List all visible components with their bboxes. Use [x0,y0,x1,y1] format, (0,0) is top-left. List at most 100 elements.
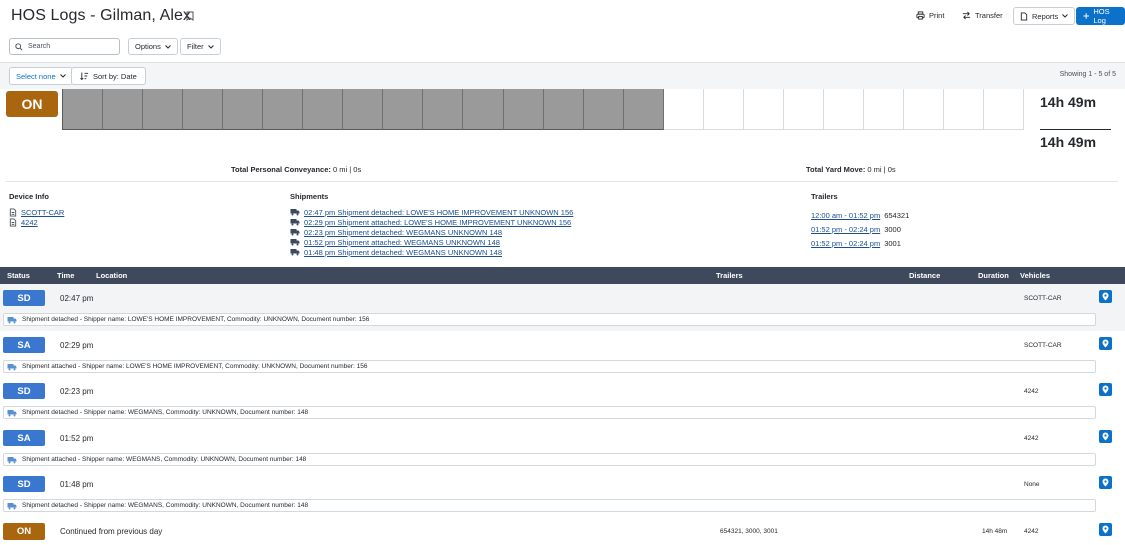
truck-icon [7,456,17,463]
shipment-link[interactable]: 01:52 pm Shipment attached: WEGMANS UNKN… [304,238,500,247]
trailer-item: 01:52 pm - 02:24 pm 3001 [811,236,909,250]
status-badge: SA [3,430,45,446]
yard-move-summary: Total Yard Move: 0 mi | 0s [806,165,896,174]
truck-icon [7,363,17,370]
truck-icon [290,229,300,236]
row-note: Shipment detached - Shipper name: WEGMAN… [3,499,1096,512]
sort-button[interactable]: Sort by: Date [71,67,146,85]
truck-icon [290,219,300,226]
shipment-link[interactable]: 02:47 pm Shipment detached: LOWE'S HOME … [304,208,573,217]
sort-label: Sort by: Date [93,71,137,81]
truck-icon [7,502,17,509]
device-link[interactable]: 4242 [21,218,38,227]
print-button[interactable]: Print [916,11,944,20]
map-pin-button[interactable] [1099,430,1112,443]
map-pin-button[interactable] [1099,523,1112,536]
shipment-link[interactable]: 02:29 pm Shipment attached: LOWE'S HOME … [304,218,571,227]
trailer-range-link[interactable]: 01:52 pm - 02:24 pm [811,239,880,248]
duty-hour-cell [703,89,744,130]
row-vehicle: 4242 [1024,528,1039,535]
duty-hour-cell [103,89,144,130]
column-status[interactable]: Status [7,271,30,280]
reports-button[interactable]: Reports [1013,7,1076,25]
device-item[interactable]: SCOTT-CAR [9,207,64,217]
total-duration: 14h 49m [1040,94,1097,110]
transfer-button[interactable]: Transfer [962,11,1003,20]
trailers-list: 12:00 am - 01:52 pm 654321 01:52 pm - 02… [811,208,909,250]
search-input[interactable]: Search [9,38,120,55]
status-badge: SD [3,290,45,306]
shipment-item[interactable]: 01:52 pm Shipment attached: WEGMANS UNKN… [290,237,573,247]
personal-conveyance-label: Total Personal Conveyance: [231,165,331,174]
row-location-text: Continued from previous day [60,527,163,536]
add-hos-log-button[interactable]: HOS Log [1076,7,1125,25]
row-vehicle: SCOTT-CAR [1024,295,1062,302]
duty-hour-cell [503,89,544,130]
duty-hour-cell [944,89,985,130]
options-label: Options [135,42,161,51]
selection-bar [0,63,1125,89]
shipment-item[interactable]: 01:48 pm Shipment detached: WEGMANS UNKN… [290,247,573,257]
column-distance[interactable]: Distance [909,271,940,280]
duty-hour-cell [543,89,584,130]
status-badge: SD [3,476,45,492]
chevron-down-icon [59,74,66,78]
column-trailers[interactable]: Trailers [716,271,743,280]
row-vehicle: SCOTT-CAR [1024,342,1062,349]
map-pin-button[interactable] [1099,383,1112,396]
shipment-item[interactable]: 02:23 pm Shipment detached: WEGMANS UNKN… [290,227,573,237]
duty-hour-cell [743,89,784,130]
status-badge: ON [3,523,45,540]
row-note: Shipment detached - Shipper name: WEGMAN… [3,406,1096,419]
row-note: Shipment detached - Shipper name: LOWE'S… [3,313,1096,326]
duty-hour-cell [62,89,104,130]
options-dropdown[interactable]: Options [128,38,178,55]
duty-hour-cell [583,89,624,130]
bookmark-icon[interactable] [186,11,194,21]
row-vehicle: 4242 [1024,435,1039,442]
sort-icon [80,72,89,80]
filter-dropdown[interactable]: Filter [180,38,221,55]
row-time: 01:48 pm [60,480,94,489]
row-note-text: Shipment detached - Shipper name: WEGMAN… [22,502,309,509]
chevron-down-icon [207,44,214,49]
select-none-label: Select none [16,71,56,81]
duty-hour-cell [863,89,904,130]
device-item[interactable]: 4242 [9,217,64,227]
column-vehicles[interactable]: Vehicles [1020,271,1050,280]
duty-status-badge: ON [6,91,58,117]
shipment-link[interactable]: 02:23 pm Shipment detached: WEGMANS UNKN… [304,228,502,237]
trailer-range-link[interactable]: 01:52 pm - 02:24 pm [811,225,880,234]
truck-icon [290,239,300,246]
document-icon [9,217,17,227]
device-info-title: Device Info [9,192,50,201]
column-location[interactable]: Location [96,271,127,280]
shipments-list: 02:47 pm Shipment detached: LOWE'S HOME … [290,207,573,257]
duty-hour-cell [623,89,664,130]
map-pin-button[interactable] [1099,476,1112,489]
shipments-title: Shipments [290,192,329,201]
trailers-title: Trailers [811,192,838,201]
column-duration[interactable]: Duration [978,271,1009,280]
row-trailers: 654321, 3000, 3001 [720,528,778,535]
select-none-dropdown[interactable]: Select none [9,67,73,85]
column-time[interactable]: Time [57,271,74,280]
duty-hour-cell [463,89,504,130]
row-note: Shipment attached - Shipper name: LOWE'S… [3,360,1096,373]
document-icon [1020,11,1028,21]
row-time: 02:29 pm [60,341,94,350]
print-label: Print [929,11,945,20]
map-pin-button[interactable] [1099,290,1112,303]
row-duration: 14h 48m [982,528,1008,535]
section-divider [6,181,1118,182]
yard-move-label: Total Yard Move: [806,165,866,174]
device-link[interactable]: SCOTT-CAR [21,208,64,217]
duty-hour-cell [423,89,464,130]
shipment-item[interactable]: 02:29 pm Shipment attached: LOWE'S HOME … [290,217,573,227]
reports-label: Reports [1032,11,1059,21]
duty-hour-cell [984,89,1025,130]
trailer-range-link[interactable]: 12:00 am - 01:52 pm [811,211,880,220]
shipment-link[interactable]: 01:48 pm Shipment detached: WEGMANS UNKN… [304,248,502,257]
shipment-item[interactable]: 02:47 pm Shipment detached: LOWE'S HOME … [290,207,573,217]
map-pin-button[interactable] [1099,337,1112,350]
